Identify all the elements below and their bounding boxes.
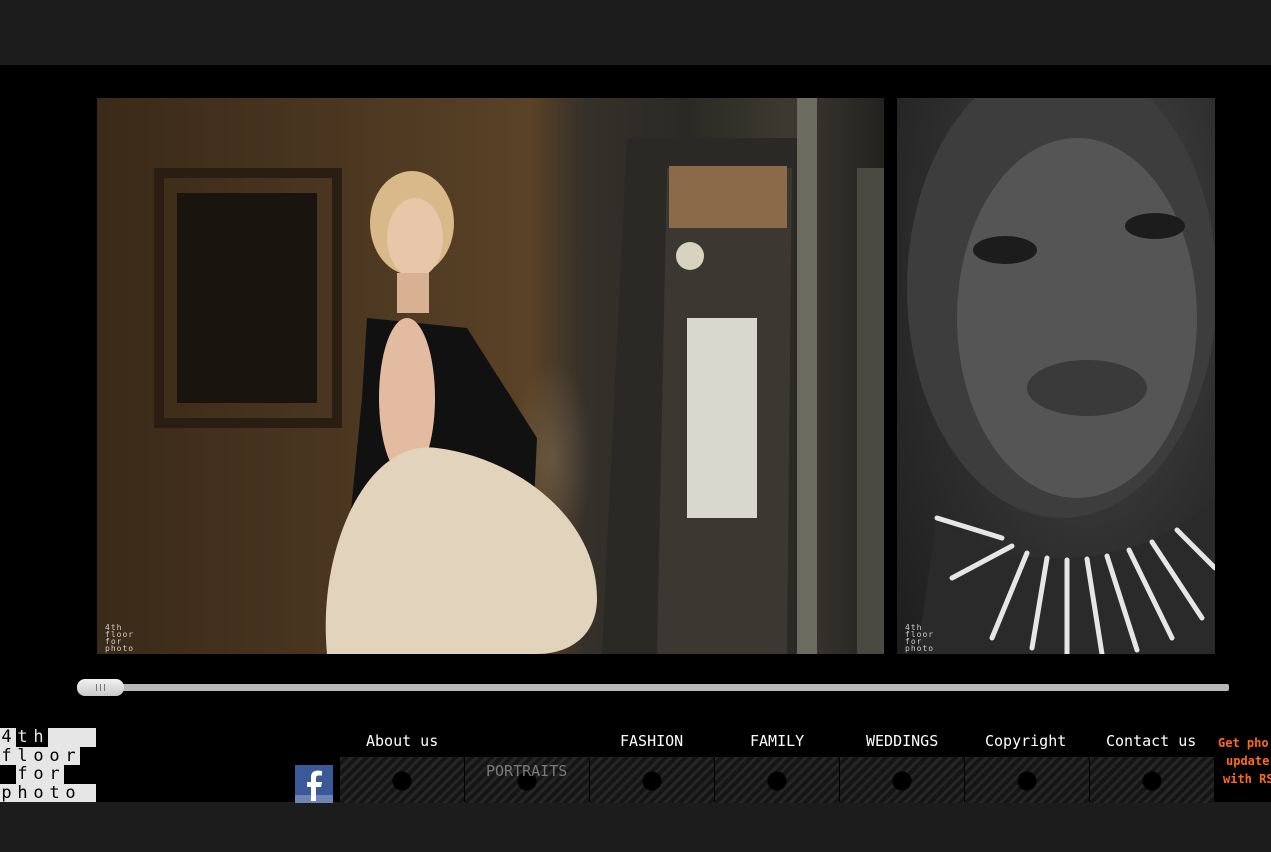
- top-bar: [0, 0, 1271, 65]
- nav-portraits-link[interactable]: PORTRAITS: [486, 762, 567, 780]
- nav-tile-family[interactable]: [715, 757, 839, 803]
- gallery-scrollbar-thumb[interactable]: [77, 679, 124, 696]
- nav-about-link[interactable]: About us: [366, 732, 438, 750]
- nav-tile-weddings[interactable]: [840, 757, 964, 803]
- photo-watermark: 4th floor for photo: [105, 623, 135, 653]
- nav-copyright-link[interactable]: Copyright: [985, 732, 1066, 750]
- nav-tile-fashion[interactable]: [590, 757, 714, 803]
- nav-tile-copyright[interactable]: [965, 757, 1089, 803]
- slider-grip-icon: [104, 684, 105, 691]
- photo-illustration: [907, 98, 1215, 654]
- rss-line: Get pho: [1218, 736, 1269, 750]
- gallery-photo-portrait[interactable]: 4th floor for photo: [897, 98, 1215, 654]
- facebook-icon[interactable]: [295, 765, 333, 803]
- photo-illustration: [154, 98, 884, 654]
- nav-tile-about[interactable]: [340, 757, 464, 803]
- bottom-bar: [0, 803, 1271, 852]
- rss-line: with RS: [1223, 772, 1271, 786]
- slider-grip-icon: [100, 684, 101, 691]
- nav-contact-link[interactable]: Contact us: [1106, 732, 1196, 750]
- photo-watermark: 4th floor for photo: [905, 623, 935, 653]
- rss-line: update: [1226, 754, 1270, 768]
- nav-tile-contact[interactable]: [1090, 757, 1214, 803]
- gallery-photo-fashion[interactable]: 4th floor for photo: [97, 98, 884, 654]
- rss-updates-link[interactable]: Get pho update with RS: [1218, 734, 1271, 788]
- nav-fashion-link[interactable]: FASHION: [620, 732, 683, 750]
- nav-family-link[interactable]: FAMILY: [750, 732, 804, 750]
- nav-weddings-link[interactable]: WEDDINGS: [866, 732, 938, 750]
- gallery-scrollbar-track[interactable]: [80, 684, 1229, 691]
- slider-grip-icon: [96, 684, 97, 691]
- site-logo[interactable]: 4th floor for photo 4th: [0, 728, 97, 803]
